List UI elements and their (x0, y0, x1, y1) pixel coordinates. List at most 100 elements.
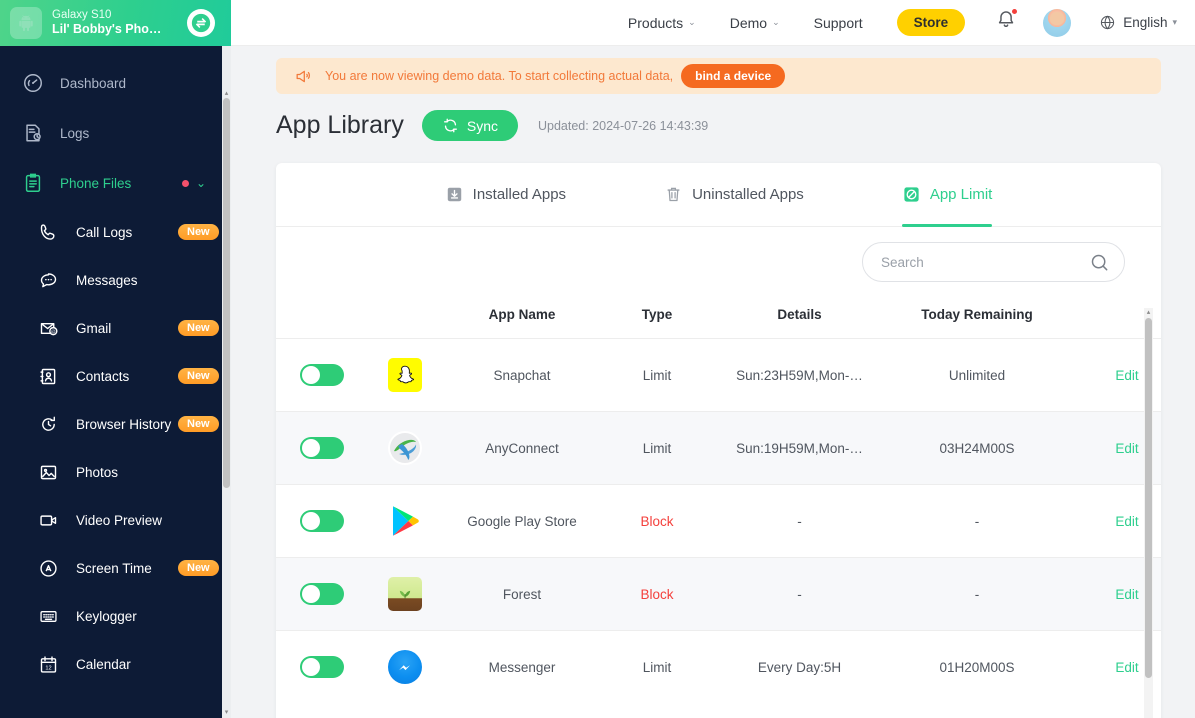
block-circle-icon (902, 185, 921, 204)
sidebar-scrollbar-track[interactable]: ▴ ▾ (222, 46, 231, 718)
sidebar-item-logs[interactable]: Logs (0, 108, 231, 158)
device-header[interactable]: Galaxy S10 Lil' Bobby's Pho… (0, 0, 231, 46)
cell-details: - (797, 513, 802, 529)
logs-document-clock-icon (22, 122, 48, 144)
updated-timestamp: Updated: 2024-07-26 14:43:39 (537, 118, 709, 133)
tab-app-limit[interactable]: App Limit (901, 163, 993, 227)
sidebar-scrollbar-thumb[interactable] (223, 98, 230, 488)
cell-app-icon (368, 631, 442, 704)
search-input[interactable] (881, 254, 1089, 270)
app-limit-table: App Name Type Details Today Remaining Sn… (276, 297, 1161, 704)
sidebar-item-label: Calendar (76, 656, 131, 672)
tab-label: App Limit (929, 186, 993, 203)
sidebar-item-video-preview[interactable]: Video Preview (0, 496, 231, 544)
sidebar-item-messages[interactable]: Messages (0, 256, 231, 304)
sidebar-item-phone-files[interactable]: Phone Files ⌄ (0, 158, 231, 208)
bind-a-device-button[interactable]: bind a device (681, 64, 786, 88)
search-icon[interactable] (1089, 252, 1110, 273)
svg-text:@: @ (51, 328, 56, 334)
sidebar-item-gmail[interactable]: @ Gmail New (0, 304, 231, 352)
sidebar-nav: Dashboard Logs Phone Files ⌄ Call Logs N… (0, 46, 231, 718)
th-type: Type (641, 307, 673, 322)
sidebar-item-keylogger[interactable]: Keylogger (0, 592, 231, 640)
anyconnect-icon (388, 431, 422, 465)
table-scrollbar-thumb[interactable] (1145, 318, 1152, 678)
globe-icon (1099, 14, 1116, 31)
app-enable-toggle[interactable] (300, 437, 344, 459)
sidebar-item-label: Photos (76, 464, 119, 480)
sidebar-item-calendar[interactable]: 12 Calendar (0, 640, 231, 688)
table-row: Google Play Store Block - - Edit (276, 484, 1161, 558)
scroll-down-arrow-icon[interactable]: ▾ (223, 709, 230, 716)
sidebar-item-label: Messages (76, 272, 138, 288)
sidebar-item-label: Screen Time (76, 560, 152, 576)
edit-link[interactable]: Edit (1115, 587, 1138, 602)
device-switch-icon[interactable] (187, 9, 215, 37)
scroll-up-arrow-icon[interactable]: ▴ (1145, 309, 1152, 316)
nav-products-label: Products (627, 14, 684, 31)
sync-label: Sync (466, 117, 498, 134)
search-row (276, 227, 1161, 297)
notification-bell-icon[interactable] (995, 8, 1019, 36)
edit-link[interactable]: Edit (1115, 368, 1138, 383)
tab-uninstalled-apps[interactable]: Uninstalled Apps (664, 163, 804, 227)
sidebar-item-screen-time[interactable]: Screen Time New (0, 544, 231, 592)
nav-products[interactable]: Products ⌄ (628, 15, 696, 31)
nav-support[interactable]: Support (814, 15, 863, 31)
table-row: Forest Block - - Edit (276, 557, 1161, 631)
store-button[interactable]: Store (896, 9, 966, 36)
edit-link[interactable]: Edit (1115, 441, 1138, 456)
nav-demo[interactable]: Demo ⌄ (730, 15, 780, 31)
snapchat-icon (388, 358, 422, 392)
history-clock-icon (38, 414, 64, 435)
cell-details: Every Day:5H (757, 659, 842, 675)
tab-installed-apps[interactable]: Installed Apps (445, 163, 566, 227)
cell-toggle (276, 485, 368, 558)
cell-app-icon (368, 339, 442, 412)
nav-demo-label: Demo (729, 14, 768, 31)
download-box-icon (445, 185, 464, 204)
cell-type: Limit (642, 440, 672, 456)
sync-button[interactable]: Sync (421, 110, 518, 141)
app-enable-toggle[interactable] (300, 656, 344, 679)
sidebar-item-dashboard[interactable]: Dashboard (0, 58, 231, 108)
page-header: App Library Sync Updated: 2024-07-26 14:… (276, 110, 1195, 141)
nav-support-label: Support (813, 14, 863, 31)
sidebar-item-contacts[interactable]: Contacts New (0, 352, 231, 400)
contacts-person-card-icon (38, 366, 64, 387)
sidebar-item-photos[interactable]: Photos (0, 448, 231, 496)
avatar[interactable] (1043, 8, 1072, 37)
app-library-card: Installed Apps Uninstalled Apps App Limi… (276, 163, 1161, 718)
new-badge: New (178, 320, 219, 336)
th-details: Details (777, 307, 822, 322)
app-enable-toggle[interactable] (300, 364, 344, 386)
language-selector[interactable]: English ▾ (1099, 14, 1177, 31)
app-enable-toggle[interactable] (300, 510, 344, 532)
app-enable-toggle[interactable] (300, 583, 344, 605)
search-box[interactable] (862, 242, 1125, 282)
sync-refresh-icon (442, 117, 459, 134)
cell-app-name: Forest (502, 586, 542, 602)
cell-app-icon (368, 485, 442, 558)
language-label: English (1123, 15, 1168, 30)
sidebar-item-browser-history[interactable]: Browser History New (0, 400, 231, 448)
sidebar: Galaxy S10 Lil' Bobby's Pho… Dashboard L… (0, 0, 231, 718)
table-row: Snapchat Limit Sun:23H59M,Mon-… Unlimite… (276, 338, 1161, 412)
google-play-icon (388, 504, 422, 538)
unread-dot-indicator (182, 179, 189, 187)
sidebar-item-call-logs[interactable]: Call Logs New (0, 208, 231, 256)
cell-details: - (797, 586, 802, 602)
keyboard-icon (38, 606, 64, 627)
device-model: Galaxy S10 (52, 9, 112, 22)
tab-label: Uninstalled Apps (692, 186, 804, 203)
page-title: App Library (276, 111, 404, 139)
cell-details: Sun:19H59M,Mon-… (736, 440, 863, 456)
scroll-up-arrow-icon[interactable]: ▴ (223, 90, 230, 97)
sidebar-item-label: Gmail (76, 320, 112, 336)
chevron-down-icon[interactable]: ⌄ (196, 176, 206, 190)
toggle-knob (302, 512, 320, 530)
toggle-knob (302, 585, 320, 603)
edit-link[interactable]: Edit (1115, 660, 1138, 675)
table-scrollbar[interactable]: ▴ (1144, 308, 1153, 718)
edit-link[interactable]: Edit (1115, 514, 1138, 529)
